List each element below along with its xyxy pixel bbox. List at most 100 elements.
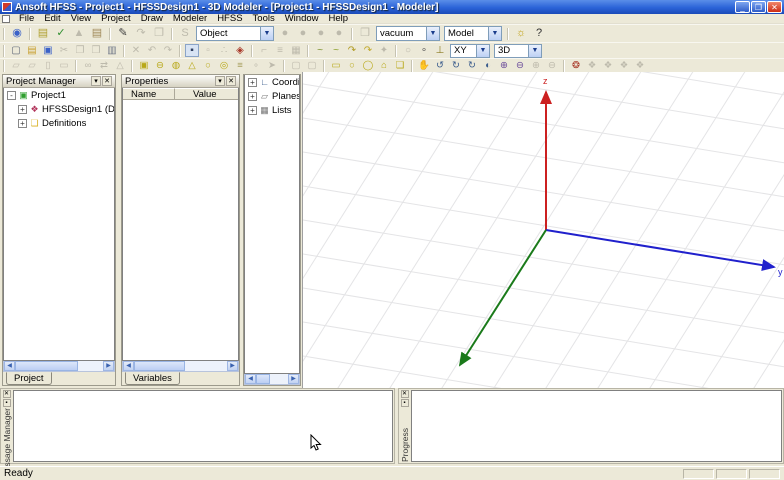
menu-hfss[interactable]: HFSS	[212, 13, 247, 24]
panel-close-icon[interactable]: ✕	[226, 76, 236, 86]
boundary-display-icon[interactable]: ❂	[569, 60, 583, 72]
collapse-icon[interactable]: -	[7, 90, 16, 100]
rotate-view-icon-2[interactable]: ↻	[449, 60, 463, 72]
draw-plane-icon[interactable]: ❏	[393, 60, 407, 72]
panel-close-icon[interactable]: ✕	[102, 76, 112, 86]
draw-point-icon[interactable]: ∘	[417, 44, 431, 57]
zoom-out-icon[interactable]: ⊖	[513, 60, 527, 72]
panel-menu-icon[interactable]: ▾	[215, 76, 225, 86]
tree-item-label[interactable]: Planes	[272, 91, 299, 102]
chevron-down-icon[interactable]: ▼	[260, 27, 273, 40]
select-object-button[interactable]: ▪	[185, 44, 199, 57]
drawing-plane-combo[interactable]: XY ▼	[450, 43, 490, 58]
scroll-left-icon[interactable]: ◀	[123, 361, 134, 371]
draw-rectangle-icon[interactable]: ▭	[329, 60, 343, 72]
draw-line-icon[interactable]: ~	[313, 44, 327, 57]
menu-modeler[interactable]: Modeler	[168, 13, 212, 24]
draw-sphere-icon[interactable]: ○	[201, 60, 215, 72]
draw-ellipse-icon[interactable]: ◯	[361, 60, 375, 72]
draw-spline-icon[interactable]: ~	[329, 44, 343, 57]
draw-box-icon[interactable]: ▣	[137, 60, 151, 72]
chevron-down-icon[interactable]: ▼	[426, 27, 439, 40]
scroll-right-icon[interactable]: ▶	[103, 361, 114, 371]
expand-icon[interactable]: +	[248, 77, 257, 87]
model-tree-panel: +∟Coordinate Systems+▱Planes+▦Lists ◀ ▶	[243, 74, 301, 386]
tree-item-label[interactable]: Lists	[272, 105, 292, 116]
expand-icon[interactable]: +	[18, 118, 27, 128]
pan-icon[interactable]: ✋	[417, 60, 431, 72]
menu-view[interactable]: View	[66, 13, 96, 24]
expand-icon[interactable]: +	[248, 91, 257, 101]
menu-draw[interactable]: Draw	[136, 13, 168, 24]
context-help-icon[interactable]: ?	[531, 26, 547, 41]
model-combo[interactable]: Model ▼	[444, 26, 502, 41]
menu-file[interactable]: File	[14, 13, 39, 24]
panel-menu-icon[interactable]: ▾	[91, 76, 101, 86]
scroll-left-icon[interactable]: ◀	[245, 374, 256, 384]
draw-cone-icon[interactable]: △	[185, 60, 199, 72]
tree-item-label[interactable]: HFSSDesign1 (DrivenModal)	[42, 104, 114, 115]
expand-icon[interactable]: +	[18, 104, 27, 114]
chevron-down-icon[interactable]: ▼	[488, 27, 501, 40]
tab-project[interactable]: Project	[6, 372, 52, 385]
expand-icon[interactable]: +	[248, 105, 257, 115]
dock-close-icon[interactable]: ✕	[2, 390, 11, 398]
minimize-button[interactable]: _	[735, 1, 750, 13]
chevron-down-icon[interactable]: ▼	[476, 44, 489, 57]
scroll-left-icon[interactable]: ◀	[4, 361, 15, 371]
toolbar-separator	[3, 59, 5, 72]
menu-help[interactable]: Help	[324, 13, 354, 24]
toolbar-separator	[75, 59, 77, 72]
view-mode-combo[interactable]: 3D ▼	[494, 43, 542, 58]
draw-regular-polygon-icon[interactable]: ⌂	[377, 60, 391, 72]
draw-torus-icon[interactable]: ◎	[217, 60, 231, 72]
dock-pin-icon[interactable]: ▪	[400, 399, 409, 407]
dock-close-icon[interactable]: ✕	[400, 390, 409, 398]
mdi-document-icon[interactable]	[2, 14, 10, 23]
validation-check-icon[interactable]: ✓	[53, 26, 69, 41]
material-combo[interactable]: vacuum ▼	[376, 26, 440, 41]
draw-helix-icon[interactable]: ≡	[233, 60, 247, 72]
object-type-combo[interactable]: Object ▼	[196, 26, 274, 41]
save-icon[interactable]: ▣	[41, 44, 55, 57]
restore-button[interactable]: ❐	[751, 1, 766, 13]
close-button[interactable]: ✕	[767, 1, 782, 13]
lightbulb-icon[interactable]: ☼	[513, 26, 529, 41]
print-icon[interactable]: ▥	[105, 44, 119, 57]
draw-arc-center-icon[interactable]: ↷	[345, 44, 359, 57]
model-tree-hscrollbar[interactable]: ◀ ▶	[244, 374, 300, 385]
modeler-globe-icon[interactable]: ◉	[9, 26, 25, 41]
results-icon[interactable]: ▤	[89, 26, 105, 41]
column-header-name[interactable]: Name	[123, 88, 175, 100]
insert-doc-icon[interactable]: ▤	[35, 26, 51, 41]
new-icon[interactable]: ▢	[9, 44, 23, 57]
menu-project[interactable]: Project	[96, 13, 136, 24]
tab-variables[interactable]: Variables	[125, 372, 180, 385]
scroll-right-icon[interactable]: ▶	[288, 374, 299, 384]
modeler-3d-viewport[interactable]: zy	[302, 72, 784, 388]
project-manager-hscrollbar[interactable]: ◀ ▶	[3, 361, 115, 372]
draw-polyhedron-icon[interactable]: ◍	[169, 60, 183, 72]
rotate-axis-icon[interactable]: ◐	[481, 60, 495, 72]
rotate-view-icon-1[interactable]: ↺	[433, 60, 447, 72]
tree-item-label[interactable]: Project1	[31, 90, 66, 101]
movement-mode-icon[interactable]: ◈	[233, 44, 247, 57]
menu-edit[interactable]: Edit	[39, 13, 65, 24]
scroll-right-icon[interactable]: ▶	[227, 361, 238, 371]
draw-arc-3pt-icon[interactable]: ↷	[361, 44, 375, 57]
zoom-in-icon[interactable]: ⊕	[497, 60, 511, 72]
polyline-icon[interactable]: ✎	[115, 26, 131, 41]
column-header-value[interactable]: Value	[175, 88, 238, 100]
menu-window[interactable]: Window	[280, 13, 324, 24]
local-cs-icon[interactable]: ⊥	[433, 44, 447, 57]
chevron-down-icon[interactable]: ▼	[528, 44, 541, 57]
dock-pin-icon[interactable]: ▪	[2, 399, 11, 407]
tree-item-label[interactable]: Coordinate Systems	[272, 77, 299, 88]
draw-circle-2d-icon[interactable]: ○	[345, 60, 359, 72]
properties-hscrollbar[interactable]: ◀ ▶	[122, 361, 239, 372]
menu-tools[interactable]: Tools	[248, 13, 280, 24]
tree-item-label[interactable]: Definitions	[42, 118, 86, 129]
draw-cylinder-icon[interactable]: ⊖	[153, 60, 167, 72]
open-icon[interactable]: ▤	[25, 44, 39, 57]
rotate-view-icon-3[interactable]: ↻	[465, 60, 479, 72]
